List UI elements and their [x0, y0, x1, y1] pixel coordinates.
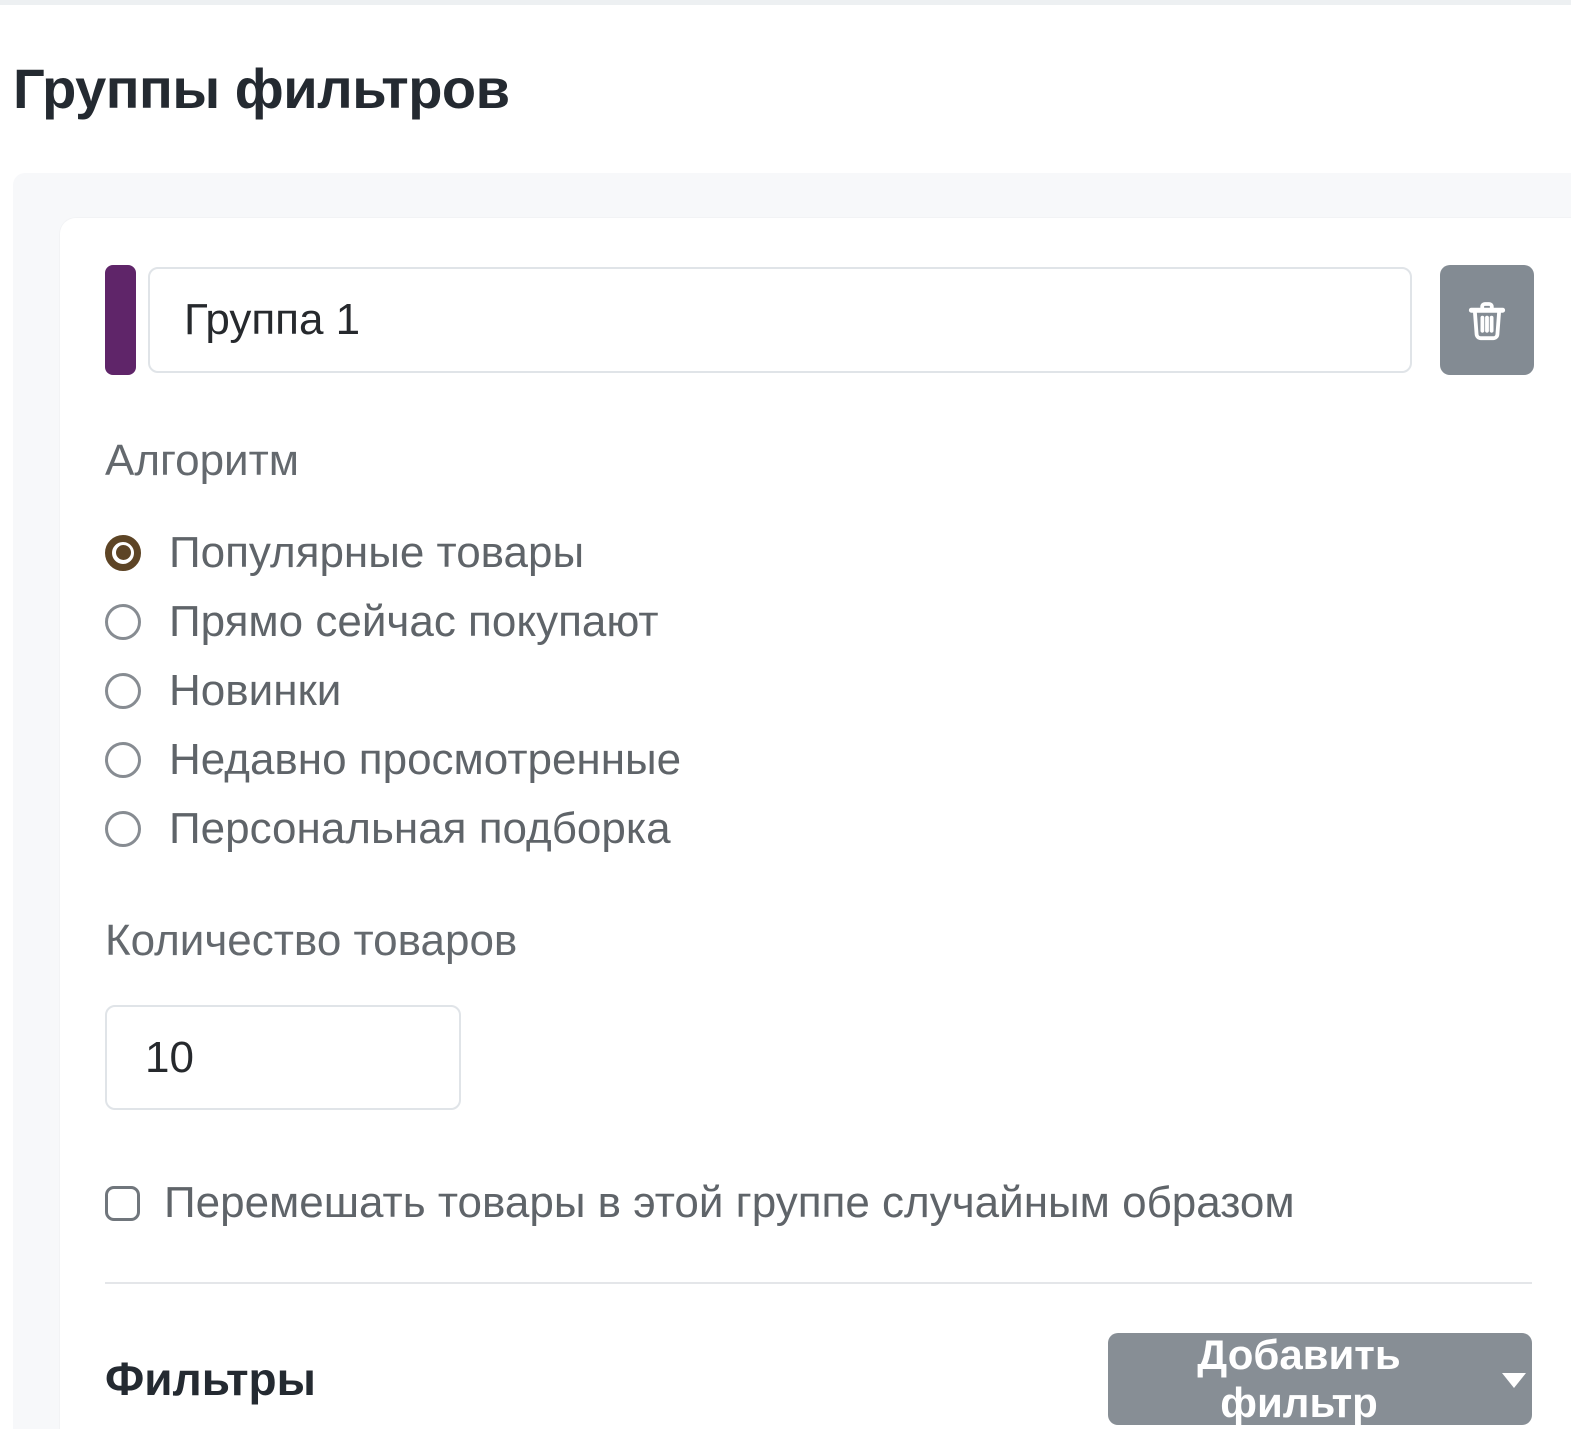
group-color-bar: [105, 265, 136, 375]
algorithm-option-personal[interactable]: Персональная подборка: [105, 794, 681, 863]
radio-unchecked-icon[interactable]: [105, 741, 141, 778]
top-divider: [0, 0, 1571, 5]
radio-checked-icon[interactable]: [105, 534, 141, 571]
delete-group-button[interactable]: [1440, 265, 1534, 375]
shuffle-label: Перемешать товары в этой группе случайны…: [164, 1178, 1295, 1227]
radio-unchecked-icon[interactable]: [105, 810, 141, 847]
radio-option-label: Недавно просмотренные: [169, 734, 682, 784]
quantity-label: Количество товаров: [105, 916, 518, 965]
algorithm-label: Алгоритм: [105, 436, 300, 485]
chevron-down-icon: [1502, 1373, 1526, 1388]
radio-option-label: Популярные товары: [169, 527, 585, 577]
page-title: Группы фильтров: [13, 57, 510, 120]
radio-option-label: Персональная подборка: [169, 803, 671, 853]
group-card: Алгоритм Популярные товары Прямо сейчас …: [60, 218, 1571, 1429]
filters-header-row: Фильтры Добавить фильтр: [105, 1331, 1532, 1426]
divider: [105, 1282, 1532, 1284]
shuffle-checkbox[interactable]: [105, 1185, 140, 1221]
algorithm-option-popular[interactable]: Популярные товары: [105, 518, 681, 587]
trash-icon: [1468, 302, 1506, 341]
algorithm-option-recently-viewed[interactable]: Недавно просмотренные: [105, 725, 681, 794]
radio-option-label: Прямо сейчас покупают: [169, 596, 659, 646]
quantity-input[interactable]: [105, 1005, 461, 1110]
shuffle-row[interactable]: Перемешать товары в этой группе случайны…: [105, 1178, 1295, 1228]
filter-groups-panel: Алгоритм Популярные товары Прямо сейчас …: [13, 173, 1571, 1429]
algorithm-option-buying-now[interactable]: Прямо сейчас покупают: [105, 587, 681, 656]
radio-unchecked-icon[interactable]: [105, 672, 141, 709]
algorithm-option-new[interactable]: Новинки: [105, 656, 681, 725]
page: Группы фильтров Алгоритм Популя: [0, 0, 1571, 1429]
add-filter-button[interactable]: Добавить фильтр: [1108, 1330, 1532, 1426]
radio-unchecked-icon[interactable]: [105, 603, 141, 640]
group-name-input[interactable]: [148, 267, 1412, 373]
add-filter-button-label: Добавить фильтр: [1197, 1330, 1401, 1426]
filters-heading: Фильтры: [105, 1352, 316, 1405]
radio-option-label: Новинки: [169, 665, 342, 715]
algorithm-radio-group: Популярные товары Прямо сейчас покупают …: [105, 518, 681, 863]
